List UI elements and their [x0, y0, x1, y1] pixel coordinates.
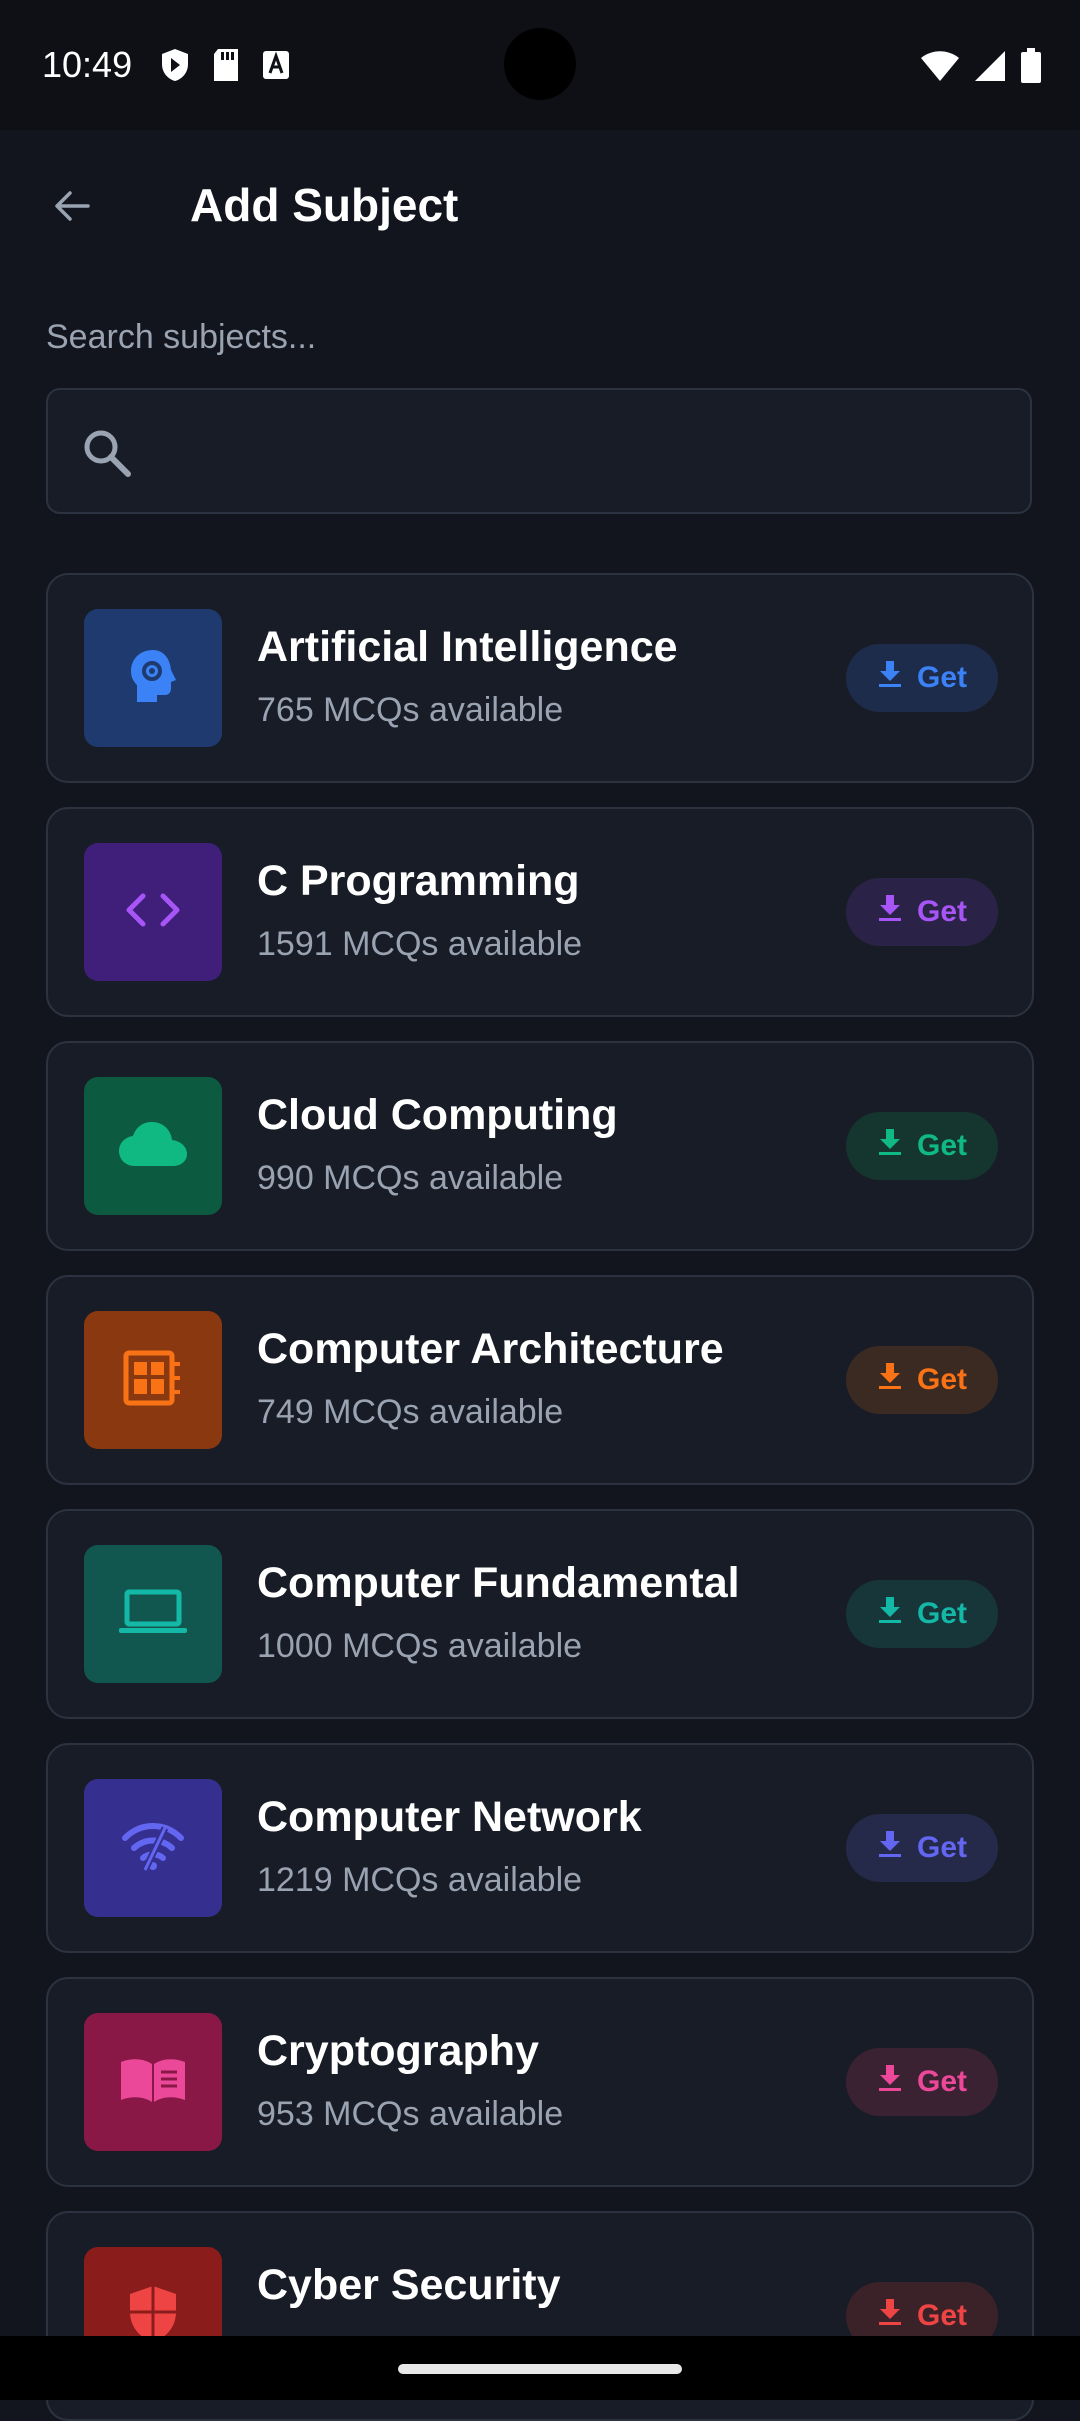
download-icon: [877, 1829, 903, 1867]
status-notification-icons: [160, 48, 290, 87]
subject-icon-box: [84, 1077, 222, 1215]
get-button[interactable]: Get: [846, 1814, 998, 1882]
subject-card-computer-fundamental[interactable]: Computer Fundamental 1000 MCQs available…: [46, 1509, 1034, 1719]
subject-icon-box: [84, 2013, 222, 2151]
get-button-label: Get: [916, 895, 967, 928]
status-time: 10:49: [42, 44, 133, 85]
subject-icon-box: [84, 609, 222, 747]
subject-mcq-count: 765 MCQs available: [257, 691, 564, 729]
subject-title: Computer Network: [257, 1793, 642, 1841]
subject-card-c-programming[interactable]: C Programming 1591 MCQs available Get: [46, 807, 1034, 1017]
shield-notification-icon: [160, 48, 190, 87]
subject-icon-box: [84, 843, 222, 981]
subject-card-computer-network[interactable]: Computer Network 1219 MCQs available Get: [46, 1743, 1034, 1953]
subject-mcq-count: 990 MCQs available: [257, 1159, 564, 1197]
subject-card-computer-architecture[interactable]: Computer Architecture 749 MCQs available…: [46, 1275, 1034, 1485]
download-icon: [877, 2063, 903, 2101]
page-title: Add Subject: [190, 179, 459, 231]
get-button-label: Get: [916, 1597, 967, 1630]
camera-cutout: [504, 28, 576, 100]
get-button-label: Get: [916, 1129, 967, 1162]
download-icon: [877, 2297, 903, 2335]
search-label: Search subjects...: [46, 318, 317, 356]
subject-title: Computer Architecture: [257, 1325, 724, 1373]
book-icon: [119, 2056, 187, 2109]
subject-title: Cryptography: [257, 2027, 539, 2075]
download-icon: [877, 659, 903, 697]
subject-title: Cloud Computing: [257, 1091, 618, 1139]
status-system-icons: [920, 48, 1042, 89]
sd-card-icon: [212, 48, 240, 87]
search-icon: [82, 428, 132, 483]
get-button-label: Get: [916, 2299, 967, 2332]
code-icon: [123, 890, 183, 935]
get-button[interactable]: Get: [846, 1346, 998, 1414]
wifi-icon: [920, 50, 960, 87]
subject-icon-box: [84, 1311, 222, 1449]
navigation-bar: [0, 2336, 1080, 2400]
get-button[interactable]: Get: [846, 1112, 998, 1180]
laptop-icon: [117, 1589, 189, 1640]
wifi-off-icon: [121, 1820, 185, 1877]
get-button-label: Get: [916, 2065, 967, 2098]
subject-mcq-count: 1591 MCQs available: [257, 925, 583, 963]
subject-card-cryptography[interactable]: Cryptography 953 MCQs available Get: [46, 1977, 1034, 2187]
font-icon: [262, 50, 290, 85]
subject-mcq-count: 749 MCQs available: [257, 1393, 564, 1431]
download-icon: [877, 1361, 903, 1399]
get-button-label: Get: [916, 1831, 967, 1864]
get-button-label: Get: [916, 661, 967, 694]
battery-icon: [1020, 48, 1042, 89]
status-bar: 10:49: [0, 0, 1080, 130]
cellular-signal-icon: [974, 50, 1006, 87]
back-button[interactable]: [40, 176, 104, 240]
get-button-label: Get: [916, 1363, 967, 1396]
download-icon: [877, 1595, 903, 1633]
arrow-left-icon: [52, 186, 92, 231]
download-icon: [877, 1127, 903, 1165]
get-button[interactable]: Get: [846, 2048, 998, 2116]
chip-icon: [122, 1350, 184, 1411]
get-button[interactable]: Get: [846, 1580, 998, 1648]
subject-card-artificial-intelligence[interactable]: Artificial Intelligence 765 MCQs availab…: [46, 573, 1034, 783]
subject-title: C Programming: [257, 857, 580, 905]
subject-title: Computer Fundamental: [257, 1559, 740, 1607]
subject-card-cloud-computing[interactable]: Cloud Computing 990 MCQs available Get: [46, 1041, 1034, 1251]
brain-gear-icon: [125, 646, 181, 711]
home-indicator[interactable]: [398, 2364, 682, 2374]
app-bar: Add Subject: [0, 130, 1080, 280]
subject-mcq-count: 1219 MCQs available: [257, 1861, 583, 1899]
get-button[interactable]: Get: [846, 644, 998, 712]
subject-mcq-count: 1000 MCQs available: [257, 1627, 583, 1665]
subject-title: Cyber Security: [257, 2261, 561, 2309]
download-icon: [877, 893, 903, 931]
search-input[interactable]: [46, 388, 1032, 514]
subject-mcq-count: 953 MCQs available: [257, 2095, 564, 2133]
subject-icon-box: [84, 1545, 222, 1683]
cloud-icon: [117, 1120, 189, 1173]
get-button[interactable]: Get: [846, 878, 998, 946]
subject-title: Artificial Intelligence: [257, 623, 678, 671]
subject-icon-box: [84, 1779, 222, 1917]
